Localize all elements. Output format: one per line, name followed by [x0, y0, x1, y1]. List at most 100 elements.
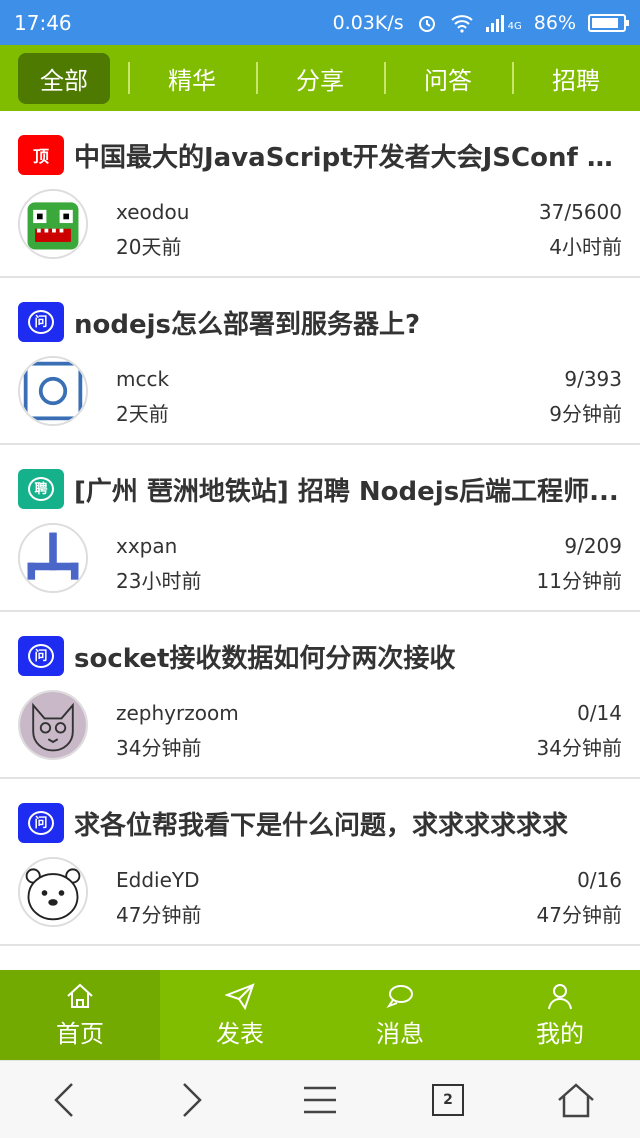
topic-created: 20天前 — [116, 235, 182, 259]
nav-post[interactable]: 发表 — [160, 970, 320, 1060]
topic-last-reply: 34分钟前 — [536, 736, 622, 760]
topic-last-reply: 9分钟前 — [549, 402, 622, 426]
topic-item[interactable]: 问 socket接收数据如何分两次接收 zephyrzoom 34分钟前 0/1… — [0, 612, 640, 779]
topic-title[interactable]: 求各位帮我看下是什么问题，求求求求求求 — [74, 805, 622, 842]
top-badge-icon: 顶 — [18, 135, 64, 175]
topic-author[interactable]: xxpan — [116, 529, 201, 564]
menu-icon — [304, 1086, 336, 1113]
tab-label: 分享 — [296, 66, 344, 95]
avatar[interactable] — [18, 857, 88, 927]
topic-counts: 9/209 — [564, 534, 622, 558]
topic-meta-right: 9/393 9分钟前 — [549, 362, 622, 432]
topic-meta-left: xeodou 20天前 — [116, 195, 189, 265]
nav-home[interactable]: 首页 — [0, 970, 160, 1060]
topic-item[interactable]: 问 求各位帮我看下是什么问题，求求求求求求 EddieYD 47分钟前 0/16… — [0, 779, 640, 946]
ask-badge-icon: 问 — [18, 636, 64, 676]
topic-item[interactable]: 聘 [广州 琶洲地铁站] 招聘 Nodejs后端工程师... xxpan 23小… — [0, 445, 640, 612]
browser-toolbar: 2 — [0, 1060, 640, 1138]
browser-back-button[interactable] — [34, 1070, 94, 1130]
avatar[interactable] — [18, 356, 88, 426]
badge-text: 聘 — [28, 477, 54, 501]
tab-label: 精华 — [168, 66, 216, 95]
send-icon — [225, 982, 255, 1010]
category-tabs: 全部 精华 分享 问答 招聘 — [0, 45, 640, 111]
job-badge-icon: 聘 — [18, 469, 64, 509]
nav-label: 首页 — [56, 1019, 104, 1048]
browser-tabs-button[interactable]: 2 — [418, 1070, 478, 1130]
topic-created: 23小时前 — [116, 569, 202, 593]
topic-item[interactable]: 问 nodejs怎么部署到服务器上? mcck 2天前 9/393 9分钟前 — [0, 278, 640, 445]
topic-meta-right: 9/209 11分钟前 — [537, 529, 622, 599]
topic-title[interactable]: socket接收数据如何分两次接收 — [74, 638, 622, 675]
browser-forward-button[interactable] — [162, 1070, 222, 1130]
topic-author[interactable]: xeodou — [116, 195, 189, 230]
chevron-right-icon — [183, 1082, 202, 1117]
bottom-nav: 首页 发表 消息 我的 — [0, 970, 640, 1060]
ask-badge-icon: 问 — [18, 803, 64, 843]
tab-ask[interactable]: 问答 — [384, 45, 512, 111]
topic-counts: 0/16 — [577, 868, 622, 892]
signal-icon: 4G — [485, 14, 522, 32]
nav-label: 发表 — [216, 1019, 264, 1048]
topic-meta-right: 37/5600 4小时前 — [539, 195, 622, 265]
topic-meta-left: xxpan 23小时前 — [116, 529, 201, 599]
nav-profile[interactable]: 我的 — [480, 970, 640, 1060]
topic-author[interactable]: EddieYD — [116, 863, 201, 898]
badge-text: 顶 — [32, 147, 49, 166]
tab-label: 问答 — [424, 66, 472, 95]
tab-all[interactable]: 全部 — [0, 45, 128, 111]
alarm-icon — [418, 15, 435, 32]
topic-title-row: 问 socket接收数据如何分两次接收 — [18, 634, 622, 678]
topic-author[interactable]: mcck — [116, 362, 169, 397]
topic-last-reply: 47分钟前 — [536, 903, 622, 927]
topic-meta-left: EddieYD 47分钟前 — [116, 863, 201, 933]
home-icon — [67, 983, 93, 1008]
topic-created: 2天前 — [116, 402, 169, 426]
topic-title[interactable]: nodejs怎么部署到服务器上? — [74, 304, 622, 341]
tab-label: 招聘 — [552, 66, 600, 95]
browser-home-button[interactable] — [546, 1070, 606, 1130]
battery-icon — [588, 13, 629, 32]
signal-label: 4G — [507, 20, 522, 32]
topic-author[interactable]: zephyrzoom — [116, 696, 239, 731]
avatar[interactable] — [18, 189, 88, 259]
topic-title[interactable]: 中国最大的JavaScript开发者大会JSConf China 2017 — [74, 137, 622, 174]
nav-label: 消息 — [376, 1019, 424, 1048]
battery-percent: 86% — [533, 11, 576, 34]
tab-share[interactable]: 分享 — [256, 45, 384, 111]
topic-counts: 9/393 — [564, 367, 622, 391]
topic-title-row: 问 nodejs怎么部署到服务器上? — [18, 300, 622, 344]
topic-counts: 37/5600 — [538, 200, 622, 224]
message-icon — [386, 984, 413, 1008]
topic-item[interactable]: 顶 中国最大的JavaScript开发者大会JSConf China 2017 … — [0, 111, 640, 278]
badge-text: 问 — [28, 310, 54, 334]
status-time: 17:46 — [14, 10, 72, 35]
topic-list: 顶 中国最大的JavaScript开发者大会JSConf China 2017 … — [0, 111, 640, 946]
topic-meta-left: zephyrzoom 34分钟前 — [116, 696, 239, 766]
avatar[interactable] — [18, 523, 88, 593]
avatar[interactable] — [18, 690, 88, 760]
topic-title-row: 聘 [广州 琶洲地铁站] 招聘 Nodejs后端工程师... — [18, 467, 622, 511]
status-right: 0.03K/s 4G 86% — [332, 11, 629, 34]
nav-label: 我的 — [536, 1019, 584, 1048]
tab-job[interactable]: 招聘 — [512, 45, 640, 111]
topic-meta-right: 0/14 34分钟前 — [537, 696, 622, 766]
topic-title[interactable]: [广州 琶洲地铁站] 招聘 Nodejs后端工程师... — [74, 471, 622, 508]
topic-title-row: 问 求各位帮我看下是什么问题，求求求求求求 — [18, 801, 622, 845]
badge-text: 问 — [28, 644, 54, 668]
browser-menu-button[interactable] — [290, 1070, 350, 1130]
tab-good[interactable]: 精华 — [128, 45, 256, 111]
nav-messages[interactable]: 消息 — [320, 970, 480, 1060]
home-outline-icon — [558, 1082, 594, 1117]
topic-title-row: 顶 中国最大的JavaScript开发者大会JSConf China 2017 — [18, 133, 622, 177]
topic-meta-left: mcck 2天前 — [116, 362, 169, 432]
topic-meta-right: 0/16 47分钟前 — [537, 863, 622, 933]
topic-counts: 0/14 — [577, 701, 622, 725]
chevron-left-icon — [54, 1082, 73, 1117]
net-speed: 0.03K/s — [332, 11, 404, 34]
status-bar: 17:46 0.03K/s 4G 86% — [0, 0, 640, 45]
user-icon — [548, 983, 572, 1009]
tab-count: 2 — [432, 1083, 464, 1116]
topic-last-reply: 11分钟前 — [536, 569, 622, 593]
topic-created: 47分钟前 — [116, 903, 202, 927]
